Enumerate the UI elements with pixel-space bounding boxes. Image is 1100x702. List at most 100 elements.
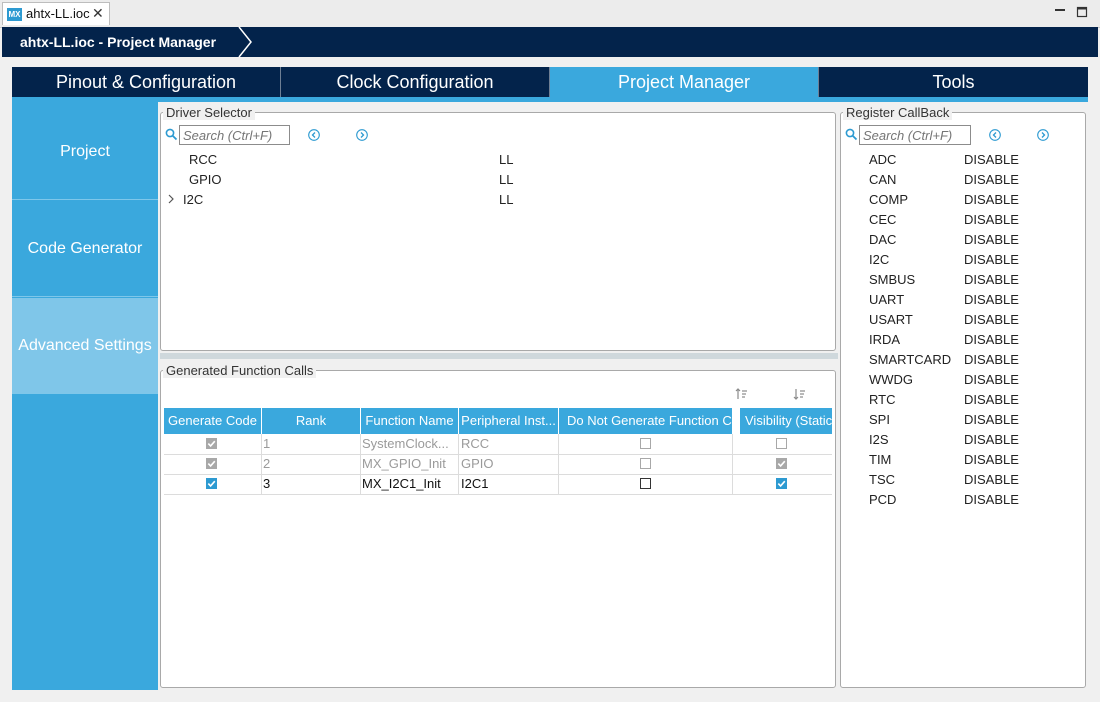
callback-value[interactable]: DISABLE: [964, 272, 1019, 287]
previous-match-icon[interactable]: [308, 129, 320, 141]
callback-value[interactable]: DISABLE: [964, 152, 1019, 167]
callback-value[interactable]: DISABLE: [964, 172, 1019, 187]
callback-value[interactable]: DISABLE: [964, 352, 1019, 367]
function-name-cell: MX_GPIO_Init: [362, 456, 446, 471]
nav-item-label: Advanced Settings: [18, 337, 152, 354]
tab-pinout-configuration[interactable]: Pinout & Configuration: [12, 67, 281, 97]
visibility-checkbox[interactable]: [776, 478, 787, 489]
driver-row-value[interactable]: LL: [499, 172, 513, 187]
visibility-checkbox[interactable]: [776, 458, 787, 469]
sort-descending-icon[interactable]: [793, 388, 806, 400]
search-icon: [845, 128, 858, 141]
tab-label: Tools: [932, 72, 975, 92]
driver-row-name[interactable]: RCC: [189, 152, 217, 167]
do-not-generate-checkbox[interactable]: [640, 458, 651, 469]
driver-row-value[interactable]: LL: [499, 192, 513, 207]
tab-label: Project Manager: [617, 72, 751, 92]
callback-name[interactable]: SMARTCARD: [869, 352, 951, 367]
callback-name[interactable]: TSC: [869, 472, 895, 487]
driver-row-name[interactable]: GPIO: [189, 172, 222, 187]
nav-item-label: Project: [60, 143, 110, 160]
generate-code-checkbox[interactable]: [206, 478, 217, 489]
callback-name[interactable]: SPI: [869, 412, 890, 427]
callback-value[interactable]: DISABLE: [964, 292, 1019, 307]
visibility-checkbox[interactable]: [776, 438, 787, 449]
editor-tab-label: ahtx-LL.ioc: [26, 6, 90, 21]
tab-label: Pinout & Configuration: [55, 72, 237, 92]
do-not-generate-checkbox[interactable]: [640, 438, 651, 449]
callback-name[interactable]: WWDG: [869, 372, 913, 387]
minimize-icon[interactable]: [1054, 4, 1066, 16]
close-icon[interactable]: ✕: [92, 5, 104, 22]
column-resize-handle[interactable]: [732, 416, 740, 426]
nav-item-advanced-settings[interactable]: Advanced Settings: [12, 298, 158, 394]
peripheral-cell: RCC: [461, 436, 490, 451]
tab-label: Clock Configuration: [336, 72, 494, 92]
callback-value[interactable]: DISABLE: [964, 432, 1019, 447]
callback-name[interactable]: ADC: [869, 152, 896, 167]
callback-name[interactable]: USART: [869, 312, 913, 327]
column-header-generate-code[interactable]: Generate Code: [164, 408, 262, 434]
callback-name[interactable]: PCD: [869, 492, 896, 507]
driver-row-name[interactable]: I2C: [183, 192, 203, 207]
callback-value[interactable]: DISABLE: [964, 492, 1019, 507]
callback-value[interactable]: DISABLE: [964, 312, 1019, 327]
callback-value[interactable]: DISABLE: [964, 232, 1019, 247]
breadcrumb-label[interactable]: ahtx-LL.ioc - Project Manager: [20, 34, 216, 50]
callback-value[interactable]: DISABLE: [964, 412, 1019, 427]
chevron-right-icon[interactable]: [167, 194, 175, 204]
column-header-visibility[interactable]: Visibility (Static): [740, 408, 832, 434]
maximize-icon[interactable]: [1076, 6, 1088, 18]
callback-value[interactable]: DISABLE: [964, 392, 1019, 407]
do-not-generate-checkbox[interactable]: [640, 478, 651, 489]
breadcrumb: ahtx-LL.ioc - Project Manager: [2, 27, 1098, 57]
callback-name[interactable]: DAC: [869, 232, 896, 247]
nav-item-label: Code Generator: [27, 240, 143, 257]
tab-clock-configuration[interactable]: Clock Configuration: [281, 67, 550, 97]
callback-name[interactable]: RTC: [869, 392, 895, 407]
callback-value[interactable]: DISABLE: [964, 372, 1019, 387]
callback-name[interactable]: CEC: [869, 212, 896, 227]
callback-value[interactable]: DISABLE: [964, 332, 1019, 347]
driver-row-value[interactable]: LL: [499, 152, 513, 167]
column-divider: [360, 434, 361, 494]
editor-tab[interactable]: MX ahtx-LL.ioc ✕: [2, 2, 110, 25]
callback-name[interactable]: COMP: [869, 192, 908, 207]
callback-name[interactable]: I2C: [869, 252, 889, 267]
sort-ascending-icon[interactable]: [735, 388, 748, 400]
callback-value[interactable]: DISABLE: [964, 252, 1019, 267]
nav-item-project[interactable]: Project: [12, 104, 158, 200]
column-header-peripheral-instance[interactable]: Peripheral Inst...: [459, 408, 559, 434]
row-divider: [164, 494, 832, 495]
column-header-function-name[interactable]: Function Name: [361, 408, 459, 434]
callback-name[interactable]: TIM: [869, 452, 891, 467]
column-header-do-not-generate[interactable]: Do Not Generate Function C: [559, 408, 733, 434]
nav-item-code-generator[interactable]: Code Generator: [12, 201, 158, 297]
splitter-handle[interactable]: [160, 353, 838, 359]
column-header-rank[interactable]: Rank: [262, 408, 361, 434]
callback-name[interactable]: SMBUS: [869, 272, 915, 287]
rank-cell: 3: [263, 476, 271, 491]
callback-name[interactable]: I2S: [869, 432, 889, 447]
left-nav: Project Code Generator Advanced Settings: [12, 102, 158, 690]
column-divider: [261, 434, 262, 494]
tab-project-manager[interactable]: Project Manager: [550, 67, 819, 97]
callback-name[interactable]: IRDA: [869, 332, 900, 347]
next-match-icon[interactable]: [356, 129, 368, 141]
callback-name[interactable]: CAN: [869, 172, 896, 187]
callback-value[interactable]: DISABLE: [964, 192, 1019, 207]
rank-cell: 1: [263, 436, 271, 451]
callback-value[interactable]: DISABLE: [964, 212, 1019, 227]
generate-code-checkbox[interactable]: [206, 458, 217, 469]
tabs-underline: [12, 97, 1088, 102]
callback-value[interactable]: DISABLE: [964, 452, 1019, 467]
previous-match-icon[interactable]: [989, 129, 1001, 141]
callback-search-input[interactable]: [859, 125, 971, 145]
generate-code-checkbox[interactable]: [206, 438, 217, 449]
cubemx-app-icon: MX: [7, 8, 22, 21]
tab-tools[interactable]: Tools: [819, 67, 1088, 97]
callback-name[interactable]: UART: [869, 292, 904, 307]
callback-value[interactable]: DISABLE: [964, 472, 1019, 487]
driver-search-input[interactable]: [179, 125, 290, 145]
next-match-icon[interactable]: [1037, 129, 1049, 141]
